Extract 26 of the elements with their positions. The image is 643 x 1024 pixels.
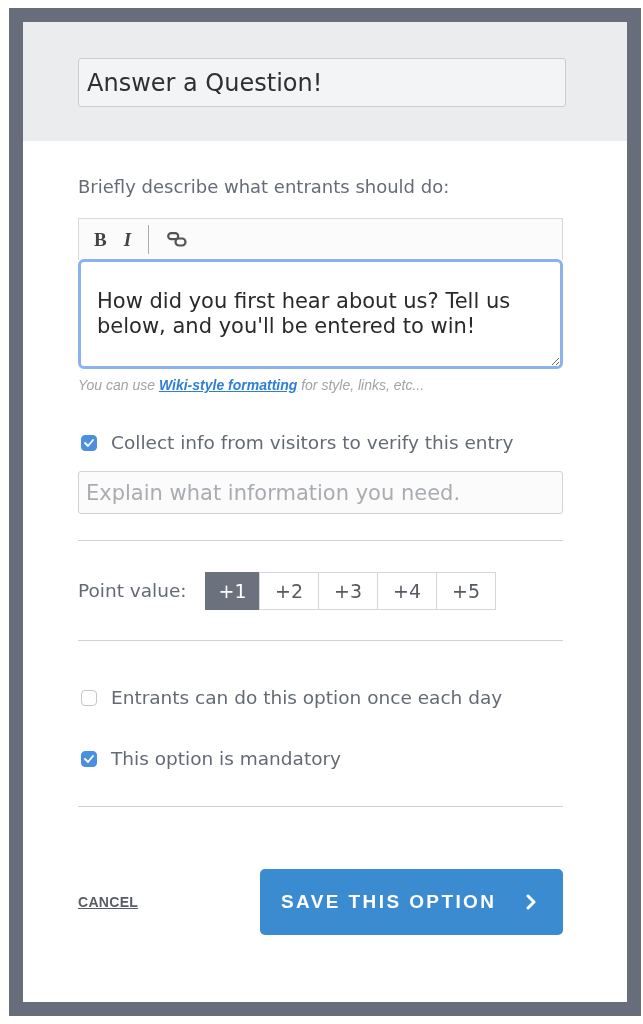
point-option[interactable]: +1 bbox=[205, 572, 260, 610]
checkbox-label: Collect info from visitors to verify this entry bbox=[111, 432, 514, 454]
checkbox[interactable] bbox=[81, 751, 97, 767]
checkmark-icon bbox=[84, 439, 94, 447]
checkbox-label: This option is mandatory bbox=[111, 748, 341, 770]
checkbox-label: Entrants can do this option once each day bbox=[111, 687, 503, 709]
description-field[interactable]: How did you first hear about us? Tell us below, and you'll be entered to win! bbox=[78, 259, 563, 369]
checkbox[interactable] bbox=[81, 690, 97, 706]
bold-button[interactable]: B bbox=[88, 227, 113, 252]
cancel-link[interactable]: CANCEL bbox=[78, 894, 139, 910]
checkbox[interactable] bbox=[81, 435, 97, 451]
information-field[interactable]: Explain what information you need. bbox=[78, 471, 563, 514]
chevron-right-icon bbox=[526, 894, 536, 910]
title-field[interactable]: Answer a Question! bbox=[78, 58, 566, 107]
point-option[interactable]: +5 bbox=[436, 572, 496, 610]
point-value-label: Point value: bbox=[78, 580, 188, 602]
point-option[interactable]: +4 bbox=[377, 572, 437, 610]
formatting-hint: You can use Wiki-style formatting for style, links, etc... bbox=[78, 377, 426, 394]
point-option[interactable]: +2 bbox=[259, 572, 319, 610]
italic-button[interactable]: I bbox=[117, 227, 138, 252]
save-button[interactable]: SAVE THIS OPTION bbox=[260, 869, 563, 935]
point-option[interactable]: +3 bbox=[318, 572, 378, 610]
description-label: Briefly describe what entrants should do: bbox=[78, 176, 451, 198]
chain-link-icon bbox=[167, 232, 188, 247]
checkmark-icon bbox=[84, 755, 94, 763]
wiki-formatting-link[interactable]: Wiki-style formatting bbox=[158, 377, 298, 393]
